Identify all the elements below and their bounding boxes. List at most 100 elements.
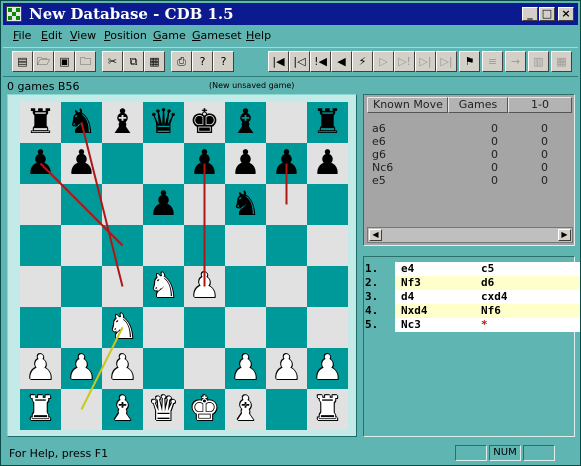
back-annotated-icon[interactable]: !◀ xyxy=(310,51,331,72)
column-header-games[interactable]: Games xyxy=(448,97,508,113)
open-game-icon[interactable]: 🗀 xyxy=(75,51,96,72)
app-icon[interactable] xyxy=(6,6,22,22)
square-f3[interactable] xyxy=(225,307,266,348)
white-move[interactable]: e4 xyxy=(401,262,414,276)
black-rook-icon[interactable]: ♜ xyxy=(20,102,61,143)
square-e5[interactable] xyxy=(184,225,225,266)
square-h6[interactable] xyxy=(307,184,348,225)
analyze-icon[interactable]: ⚡ xyxy=(352,51,373,72)
square-f4[interactable] xyxy=(225,266,266,307)
square-g8[interactable] xyxy=(266,102,307,143)
black-knight-icon[interactable]: ♞ xyxy=(61,102,102,143)
white-pawn-icon[interactable]: ♟ xyxy=(102,348,143,389)
white-pawn-icon[interactable]: ♟ xyxy=(184,266,225,307)
square-f5[interactable] xyxy=(225,225,266,266)
square-g3[interactable] xyxy=(266,307,307,348)
black-move[interactable]: Nf6 xyxy=(481,304,501,318)
square-a3[interactable] xyxy=(20,307,61,348)
menu-help[interactable]: Help xyxy=(246,29,271,42)
cut-icon[interactable]: ✂ xyxy=(102,51,123,72)
horizontal-scrollbar[interactable]: ◀ ▶ xyxy=(367,227,573,243)
stats-icon[interactable]: ▦ xyxy=(551,51,572,72)
forward-annotated-icon[interactable]: ▷! xyxy=(394,51,415,72)
maximize-button[interactable]: □ xyxy=(539,7,555,21)
square-g5[interactable] xyxy=(266,225,307,266)
known-move-move[interactable]: Nc6 xyxy=(372,161,432,174)
square-e3[interactable] xyxy=(184,307,225,348)
black-move[interactable]: c5 xyxy=(481,262,494,276)
scroll-right-icon[interactable]: ▶ xyxy=(558,229,571,241)
white-rook-icon[interactable]: ♜ xyxy=(20,389,61,430)
menu-edit[interactable]: Edit xyxy=(41,29,62,42)
column-header-known-move[interactable]: Known Move xyxy=(367,97,448,113)
white-pawn-icon[interactable]: ♟ xyxy=(266,348,307,389)
move-line[interactable]: 4. Nxd4 Nf6 xyxy=(365,304,580,318)
square-b3[interactable] xyxy=(61,307,102,348)
graph-icon[interactable]: ▥ xyxy=(528,51,549,72)
square-e2[interactable] xyxy=(184,348,225,389)
square-e6[interactable] xyxy=(184,184,225,225)
black-pawn-icon[interactable]: ♟ xyxy=(307,143,348,184)
white-pawn-icon[interactable]: ♟ xyxy=(225,348,266,389)
move-line[interactable]: 3. d4 cxd4 xyxy=(365,290,580,304)
help-icon[interactable]: ? xyxy=(192,51,213,72)
white-knight-icon[interactable]: ♞ xyxy=(143,266,184,307)
black-pawn-icon[interactable]: ♟ xyxy=(225,143,266,184)
flag-icon[interactable]: ⚑ xyxy=(459,51,480,72)
black-pawn-icon[interactable]: ♟ xyxy=(20,143,61,184)
black-queen-icon[interactable]: ♛ xyxy=(143,102,184,143)
known-move-move[interactable]: g6 xyxy=(372,148,432,161)
black-move[interactable]: d6 xyxy=(481,276,494,290)
square-c4[interactable] xyxy=(102,266,143,307)
black-pawn-icon[interactable]: ♟ xyxy=(143,184,184,225)
black-knight-icon[interactable]: ♞ xyxy=(225,184,266,225)
print-icon[interactable]: ⎙ xyxy=(171,51,192,72)
context-help-icon[interactable]: ? xyxy=(213,51,234,72)
square-b1[interactable] xyxy=(61,389,102,430)
menu-game[interactable]: Game xyxy=(153,29,186,42)
white-move[interactable]: Nc3 xyxy=(401,318,421,332)
square-a4[interactable] xyxy=(20,266,61,307)
close-button[interactable]: × xyxy=(558,7,574,21)
black-rook-icon[interactable]: ♜ xyxy=(307,102,348,143)
square-g1[interactable] xyxy=(266,389,307,430)
square-b4[interactable] xyxy=(61,266,102,307)
minimize-button[interactable]: _ xyxy=(522,7,538,21)
square-b5[interactable] xyxy=(61,225,102,266)
new-db-icon[interactable]: ▤ xyxy=(12,51,33,72)
title-bar[interactable]: New Database - CDB 1.5 _ □ × xyxy=(3,3,578,25)
white-rook-icon[interactable]: ♜ xyxy=(307,389,348,430)
back-variation-icon[interactable]: |◁ xyxy=(289,51,310,72)
tree-icon[interactable]: ≡ xyxy=(482,51,503,72)
square-g4[interactable] xyxy=(266,266,307,307)
move-line[interactable]: 1. e4 c5 xyxy=(365,262,580,276)
menu-file[interactable]: File xyxy=(13,29,31,42)
black-move[interactable]: cxd4 xyxy=(481,290,508,304)
open-folder-icon[interactable]: 🗁 xyxy=(33,51,54,72)
white-bishop-icon[interactable]: ♝ xyxy=(102,389,143,430)
black-bishop-icon[interactable]: ♝ xyxy=(102,102,143,143)
save-icon[interactable]: ▣ xyxy=(54,51,75,72)
black-bishop-icon[interactable]: ♝ xyxy=(225,102,266,143)
back-move-icon[interactable]: ◀ xyxy=(331,51,352,72)
square-d2[interactable] xyxy=(143,348,184,389)
black-pawn-icon[interactable]: ♟ xyxy=(184,143,225,184)
white-king-icon[interactable]: ♚ xyxy=(184,389,225,430)
menu-view[interactable]: View xyxy=(70,29,96,42)
paste-icon[interactable]: ▦ xyxy=(144,51,165,72)
menu-position[interactable]: Position xyxy=(104,29,147,42)
square-b6[interactable] xyxy=(61,184,102,225)
chess-board[interactable]: ♜ ♞ ♝ ♛ ♚ ♝ ♜ ♟ ♟ ♟ ♟ ♟ ♟ ♟ ♞ ♞ ♟ ♞ ♟ ♟ ♟ ♟ ♟ ♟ ♜ ♝ ♛ ♚ ♝ ♜ xyxy=(20,102,348,430)
square-d5[interactable] xyxy=(143,225,184,266)
move-line[interactable]: 2. Nf3 d6 xyxy=(365,276,580,290)
arrow-icon[interactable]: → xyxy=(505,51,526,72)
last-move-icon[interactable]: ▷| xyxy=(436,51,457,72)
move-line[interactable]: 5. Nc3 * xyxy=(365,318,580,332)
white-bishop-icon[interactable]: ♝ xyxy=(225,389,266,430)
column-header-wins[interactable]: 1-0 xyxy=(508,97,572,113)
square-a6[interactable] xyxy=(20,184,61,225)
white-move[interactable]: Nxd4 xyxy=(401,304,428,318)
first-move-icon[interactable]: |◀ xyxy=(268,51,289,72)
known-move-move[interactable]: e5 xyxy=(372,174,432,187)
square-c5[interactable] xyxy=(102,225,143,266)
